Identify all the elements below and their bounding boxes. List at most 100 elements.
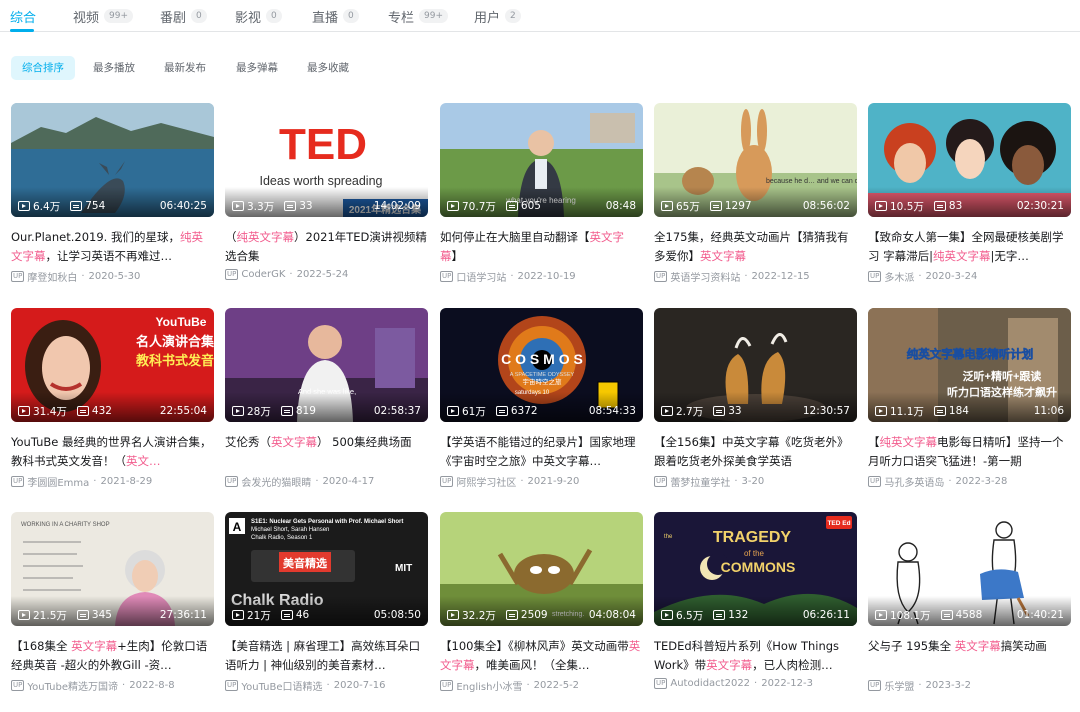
- title-text: （: [225, 230, 237, 244]
- video-card[interactable]: 6.4万 754 06:40:25 Our.Planet.2019. 我们的星球…: [11, 103, 214, 284]
- sort-most-danmaku[interactable]: 最多弹幕: [236, 56, 278, 80]
- danmaku-count: 83: [948, 200, 963, 212]
- video-card[interactable]: because he d… and we can d… 65万 1297 08:…: [654, 103, 857, 284]
- video-card[interactable]: A S1E1: Nuclear Gets Personal with Prof. …: [225, 512, 428, 693]
- title-text: 艾伦秀（: [225, 435, 271, 449]
- video-card[interactable]: 108.1万 4588 01:40:21 父与子 195集全 英文字幕搞笑动画 …: [868, 512, 1071, 693]
- author-name[interactable]: CoderGK: [241, 269, 285, 280]
- video-meta: UP 口语学习站 · 2022-10-19: [440, 269, 643, 284]
- video-duration: 02:58:37: [373, 405, 421, 417]
- author-name[interactable]: 口语学习站: [456, 269, 506, 284]
- sort-newest[interactable]: 最新发布: [164, 56, 206, 80]
- tab-movie[interactable]: 影视 0: [235, 5, 282, 27]
- video-title[interactable]: 全175集，经典英文动画片【猜猜我有多爱你】英文字幕: [654, 228, 857, 266]
- video-title[interactable]: 【全156集】中英文字幕《吃货老外》跟着吃货老外探美食学英语: [654, 433, 857, 471]
- video-thumbnail[interactable]: the TRAGEDY of the COMMONS TED Ed 6.5万 132 0…: [654, 512, 857, 626]
- video-card[interactable]: C O S M O SA SPACETIME ODYSSEY宇宙時空之旅satu…: [440, 308, 643, 489]
- author-name[interactable]: YouTuBe口语精选: [241, 678, 322, 693]
- sort-comprehensive[interactable]: 综合排序: [11, 56, 75, 80]
- publish-date: 2021-8-29: [100, 476, 153, 487]
- video-thumbnail[interactable]: because he d… and we can d… 65万 1297 08:…: [654, 103, 857, 217]
- video-title[interactable]: 【美音精选 | 麻省理工】高效练耳朵口语听力 | 神仙级别的美音素材…: [225, 637, 428, 675]
- author-name[interactable]: 英语学习资料站: [670, 269, 740, 284]
- video-title[interactable]: 【致命女人第一集】全网最硬核美剧学习 字幕滞后|纯英文字幕|无字…: [868, 228, 1071, 266]
- video-title[interactable]: （纯英文字幕）2021年TED演讲视频精选合集: [225, 228, 428, 266]
- video-thumbnail[interactable]: 10.5万 83 02:30:21: [868, 103, 1071, 217]
- video-title[interactable]: TEDEd科普短片系列《How Things Work》带英文字幕，已人肉检测…: [654, 637, 857, 675]
- author-name[interactable]: 阿熙学习社区: [456, 474, 516, 489]
- video-thumbnail[interactable]: A S1E1: Nuclear Gets Personal with Prof. …: [225, 512, 428, 626]
- thumb-overlay-text: S1E1: Nuclear Gets Personal with Prof. M…: [251, 519, 403, 525]
- author-name[interactable]: 乐学盟: [884, 678, 914, 693]
- author-name[interactable]: Autodidact2022: [670, 678, 750, 689]
- video-meta: UP YouTube精选万国谛 · 2022-8-8: [11, 678, 214, 693]
- author-name[interactable]: 蕾梦拉童学社: [670, 474, 730, 489]
- video-thumbnail[interactable]: 2.7万 33 12:30:57: [654, 308, 857, 422]
- title-text: ） 500集经典场面: [317, 435, 412, 449]
- video-title[interactable]: Our.Planet.2019. 我们的星球，纯英文字幕，让学习英语不再难过…: [11, 228, 214, 266]
- thumb-overlay-text: TRAGEDY: [713, 529, 792, 546]
- danmaku-icon: [933, 201, 946, 211]
- video-title[interactable]: 【纯英文字幕电影每日精听】坚持一个月听力口语突飞猛进！-第一期: [868, 433, 1071, 471]
- video-title[interactable]: 如何停止在大脑里自动翻译【英文字幕】: [440, 228, 643, 266]
- thumb-overlay-text: MIT: [395, 563, 412, 574]
- thumb-overlay-text: 美音精选: [283, 556, 327, 570]
- video-card[interactable]: WORKING IN A CHARITY SHOP 21.5万 345 27:3…: [11, 512, 214, 693]
- up-icon: UP: [868, 680, 882, 691]
- video-thumbnail[interactable]: stretching. 32.2万 2509 04:08:04: [440, 512, 643, 626]
- video-thumbnail[interactable]: 108.1万 4588 01:40:21: [868, 512, 1071, 626]
- tab-user[interactable]: 用户 2: [474, 5, 521, 27]
- video-title[interactable]: 艾伦秀（英文字幕） 500集经典场面: [225, 433, 428, 471]
- author-name[interactable]: 摩登如秋白: [27, 269, 77, 284]
- tab-bangumi[interactable]: 番剧 0: [160, 5, 207, 27]
- author-name[interactable]: YouTube精选万国谛: [27, 678, 118, 693]
- thumb-overlay-text: A: [233, 520, 242, 534]
- video-thumbnail[interactable]: what you're hearing 70.7万 605 08:48: [440, 103, 643, 217]
- author-name[interactable]: English小冰雪: [456, 678, 522, 693]
- video-thumbnail[interactable]: 纯英文字幕电影精听计划泛听+精听+跟读听力口语这样练才飙升 11.1万 184 …: [868, 308, 1071, 422]
- play-count-icon: [875, 406, 887, 416]
- video-title[interactable]: 父与子 195集全 英文字幕搞笑动画: [868, 637, 1071, 675]
- author-name[interactable]: 会发光的猫眼睛: [241, 474, 311, 489]
- video-stats: 31.4万 432 22:55:04: [18, 403, 207, 419]
- video-title[interactable]: YouTuBe 最经典的世界名人演讲合集，教科书式英文发音！（英文…: [11, 433, 214, 471]
- tab-all[interactable]: 综合: [10, 5, 36, 27]
- sort-most-played[interactable]: 最多播放: [93, 56, 135, 80]
- author-name[interactable]: 李圆圆Emma: [27, 474, 89, 489]
- video-title[interactable]: 【学英语不能错过的纪录片】国家地理《宇宙时空之旅》中英文字幕…: [440, 433, 643, 471]
- title-text: 全175集，经典英文动画片【猜猜我有多爱你】: [654, 230, 849, 263]
- video-thumbnail[interactable]: And she was like, 28万 819 02:58:37: [225, 308, 428, 422]
- active-tab-indicator: [10, 29, 34, 32]
- video-card[interactable]: what you're hearing 70.7万 605 08:48 如何停止…: [440, 103, 643, 284]
- video-card[interactable]: the TRAGEDY of the COMMONS TED Ed 6.5万 132 0…: [654, 512, 857, 689]
- video-card[interactable]: 10.5万 83 02:30:21 【致命女人第一集】全网最硬核美剧学习 字幕滞…: [868, 103, 1071, 284]
- video-meta: UP CoderGK · 2022-5-24: [225, 269, 428, 280]
- video-card[interactable]: 2.7万 33 12:30:57 【全156集】中英文字幕《吃货老外》跟着吃货老…: [654, 308, 857, 489]
- video-title[interactable]: 【100集全】《柳林风声》英文动画带英文字幕，唯美画风！（全集…: [440, 637, 643, 675]
- video-card[interactable]: YouTuBe 名人演讲合集 教科书式发音 31.4万 432 22:55:04 Y…: [11, 308, 214, 489]
- tab-video[interactable]: 视频 99+: [73, 5, 134, 27]
- meta-separator: ·: [918, 271, 922, 282]
- video-thumbnail[interactable]: TEDIdeas worth spreading2021年精选合集 3.3万 3…: [225, 103, 428, 217]
- sort-most-favorited[interactable]: 最多收藏: [307, 56, 349, 80]
- meta-separator: ·: [326, 680, 330, 691]
- video-card[interactable]: TEDIdeas worth spreading2021年精选合集 3.3万 3…: [225, 103, 428, 280]
- title-text: 【168集全: [11, 639, 72, 653]
- video-stats: 6.4万 754 06:40:25: [18, 198, 207, 214]
- tab-label: 用户: [474, 10, 501, 26]
- author-name[interactable]: 多木派: [884, 269, 914, 284]
- video-thumbnail[interactable]: WORKING IN A CHARITY SHOP 21.5万 345 27:3…: [11, 512, 214, 626]
- tab-article[interactable]: 专栏 99+: [388, 5, 449, 27]
- video-card[interactable]: And she was like, 28万 819 02:58:37 艾伦秀（英…: [225, 308, 428, 489]
- thumb-overlay-text: the: [664, 534, 673, 540]
- video-thumbnail[interactable]: YouTuBe 名人演讲合集 教科书式发音 31.4万 432 22:55:04: [11, 308, 214, 422]
- tab-live[interactable]: 直播 0: [312, 5, 359, 27]
- video-thumbnail[interactable]: C O S M O SA SPACETIME ODYSSEY宇宙時空之旅satu…: [440, 308, 643, 422]
- video-title[interactable]: 【168集全 英文字幕+生肉】伦敦口语 经典英音 -超火的外教Gill -资…: [11, 637, 214, 675]
- author-name[interactable]: 马孔多英语岛: [884, 474, 944, 489]
- thumb-overlay-text: because he d… and we can d…: [766, 178, 857, 185]
- video-card[interactable]: 纯英文字幕电影精听计划泛听+精听+跟读听力口语这样练才飙升 11.1万 184 …: [868, 308, 1071, 489]
- video-card[interactable]: stretching. 32.2万 2509 04:08:04 【100集全】《…: [440, 512, 643, 693]
- danmaku-icon: [76, 406, 89, 416]
- video-thumbnail[interactable]: 6.4万 754 06:40:25: [11, 103, 214, 217]
